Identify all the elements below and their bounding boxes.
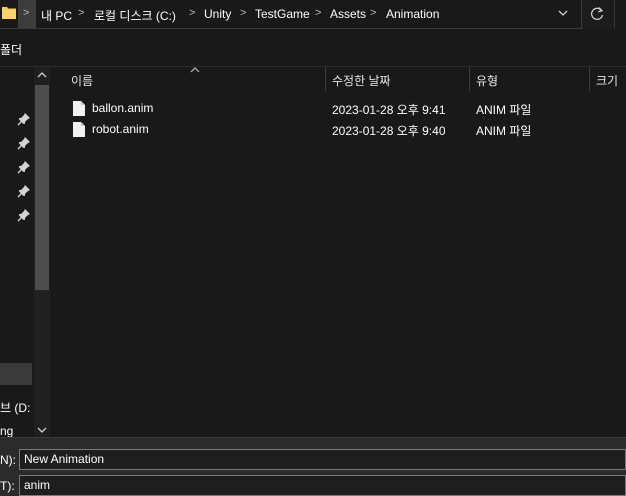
breadcrumb-item-testgame[interactable]: TestGame [255,7,310,21]
column-divider[interactable] [325,67,326,91]
breadcrumb-separator: > [240,7,247,19]
chevron-up-icon[interactable] [36,68,48,82]
nav-scrollbar-thumb[interactable] [35,85,49,290]
breadcrumb-separator: > [23,7,30,19]
breadcrumb-item-local-disk[interactable]: 로컬 디스크 (C:) [94,7,176,24]
file-type: ANIM 파일 [476,103,532,117]
nav-item-selected[interactable] [0,363,32,385]
column-header-date[interactable]: 수정한 날짜 [332,72,391,89]
pin-icon[interactable] [17,160,31,174]
filetype-label: T): [0,479,15,493]
breadcrumb-separator: > [370,7,377,19]
sort-up-icon [190,67,200,73]
folder-icon [2,7,16,19]
column-header-name[interactable]: 이름 [71,72,93,89]
breadcrumb-item-unity[interactable]: Unity [204,7,231,21]
filename-input[interactable]: New Animation [19,449,626,470]
breadcrumb-separator: > [189,7,196,19]
column-header-size[interactable]: 크기 [596,72,618,89]
refresh-icon[interactable] [587,4,607,24]
pin-icon[interactable] [17,184,31,198]
pin-icon[interactable] [17,208,31,222]
pin-icon[interactable] [17,136,31,150]
file-name: robot.anim [92,122,149,136]
column-divider[interactable] [469,67,470,91]
column-header-type[interactable]: 유형 [476,72,498,89]
filename-label: N): [0,453,16,467]
file-icon [73,122,85,137]
chevron-down-icon[interactable] [36,423,48,437]
command-bar [0,29,626,67]
breadcrumb-item-assets[interactable]: Assets [330,7,366,21]
file-row[interactable]: ballon.anim 2023-01-28 오후 9:41 ANIM 파일 [51,98,626,119]
address-bar[interactable]: > 내 PC > 로컬 디스크 (C:) > Unity > TestGame … [0,0,582,29]
file-date: 2023-01-28 오후 9:41 [332,103,446,117]
nav-item-drive-d[interactable]: 브 (D: [0,399,30,416]
chevron-down-icon[interactable] [556,6,570,20]
file-row[interactable]: robot.anim 2023-01-28 오후 9:40 ANIM 파일 [51,119,626,140]
file-name: ballon.anim [92,101,154,115]
file-date: 2023-01-28 오후 9:40 [332,124,446,138]
breadcrumb-separator: > [315,7,322,19]
breadcrumb-item-this-pc[interactable]: 내 PC [41,7,72,24]
pin-icon[interactable] [17,112,31,126]
filetype-select[interactable]: anim [19,475,626,496]
file-type: ANIM 파일 [476,124,532,138]
breadcrumb-item-animation[interactable]: Animation [386,7,439,21]
new-folder-button[interactable]: 폴더 [0,41,22,58]
search-box-edge[interactable] [614,0,626,28]
breadcrumb-separator: > [78,7,85,19]
file-icon [73,101,85,116]
nav-item-truncated[interactable]: ng [0,424,13,438]
column-divider[interactable] [589,67,590,91]
